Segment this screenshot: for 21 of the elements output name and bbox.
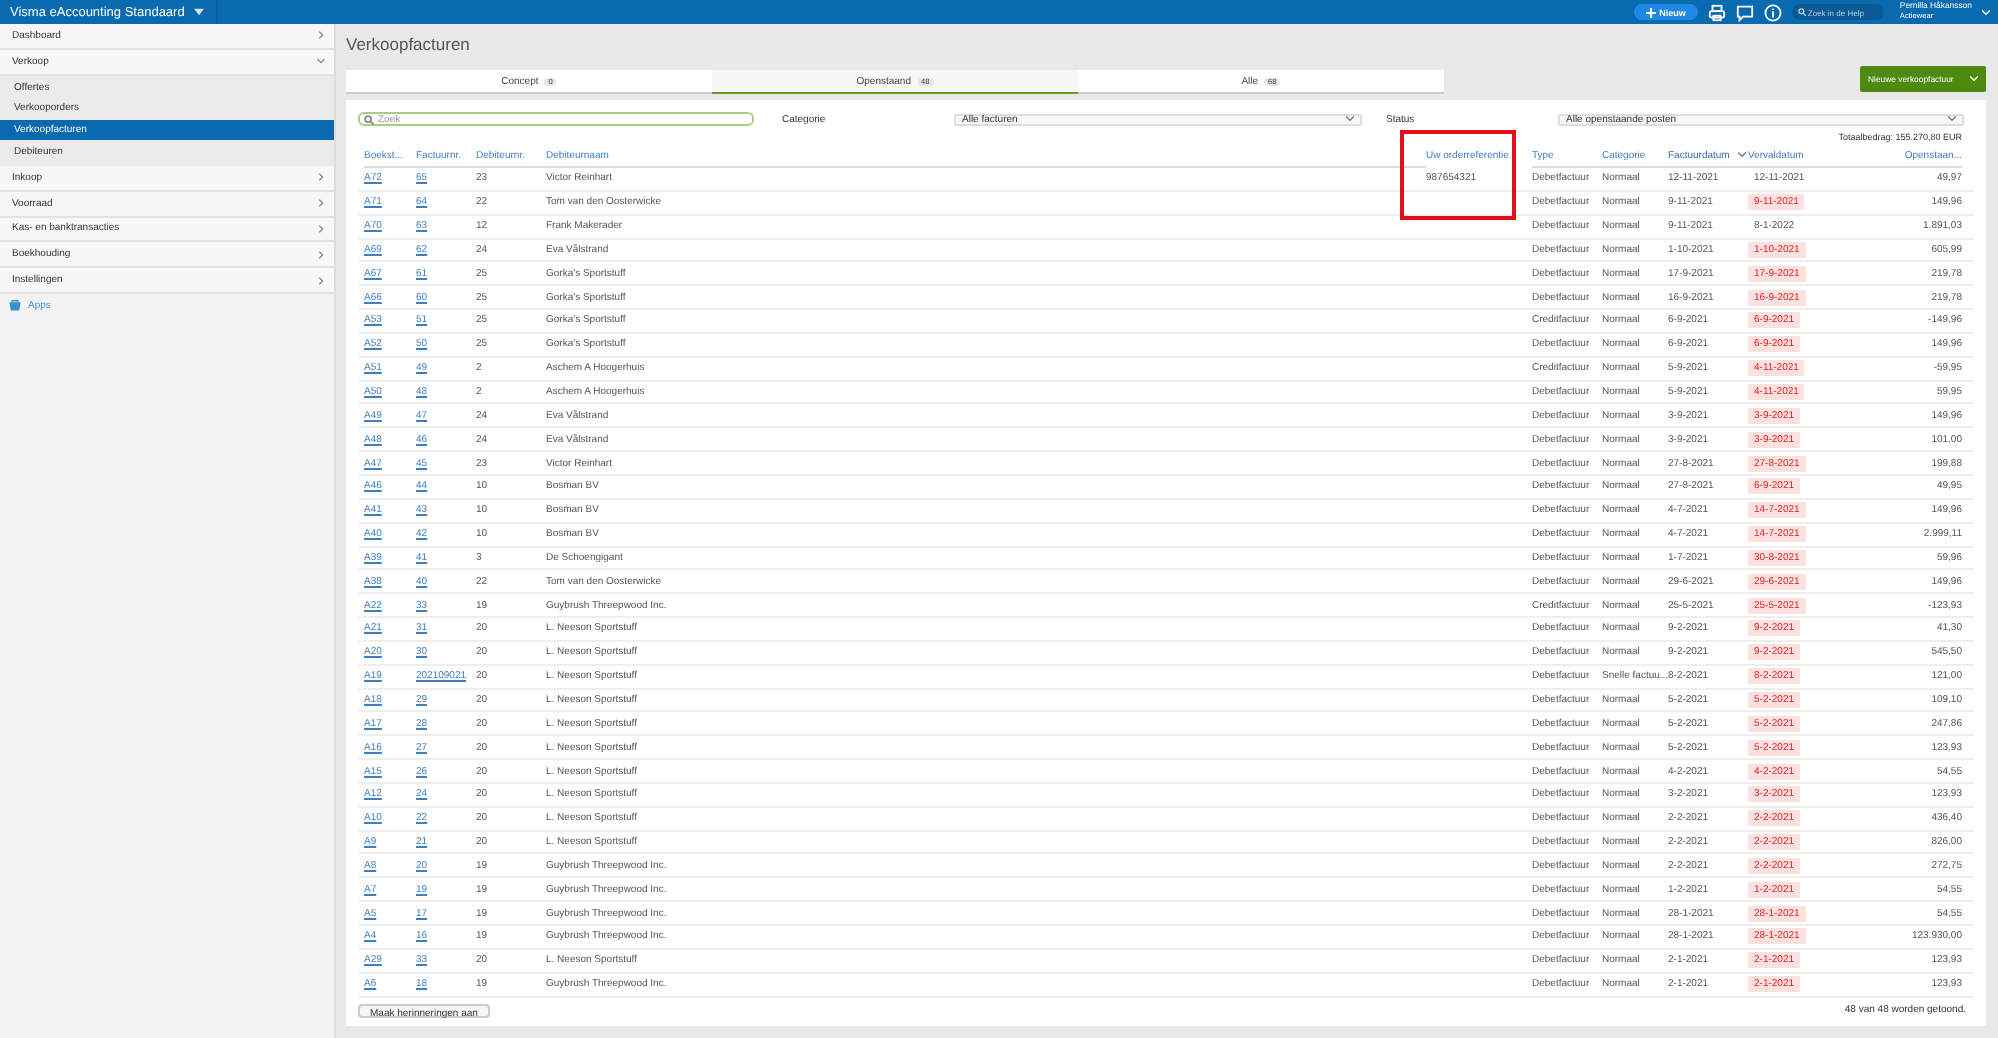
chevron-icon — [316, 249, 326, 260]
chevron-icon — [316, 30, 326, 41]
chevron-icon — [316, 198, 326, 209]
caret-icon — [1982, 9, 1990, 15]
caret-icon — [1970, 76, 1978, 82]
bag-icon — [8, 298, 22, 313]
search-icon — [1797, 8, 1806, 16]
chevron-icon — [316, 56, 326, 67]
caret-icon — [1346, 116, 1354, 122]
chat-icon[interactable] — [1735, 3, 1754, 21]
page-title: Verkoopfacturen — [346, 34, 472, 54]
plus-icon — [1645, 7, 1656, 17]
caret-icon — [194, 8, 205, 16]
search-icon — [364, 114, 374, 124]
printer-icon[interactable] — [1707, 3, 1726, 21]
chevron-icon — [316, 223, 326, 234]
chevron-icon — [316, 172, 326, 183]
info-icon[interactable] — [1763, 3, 1782, 21]
chevron-icon — [316, 275, 326, 286]
caret-icon — [1948, 116, 1956, 122]
sort-caret-icon — [1737, 152, 1746, 158]
